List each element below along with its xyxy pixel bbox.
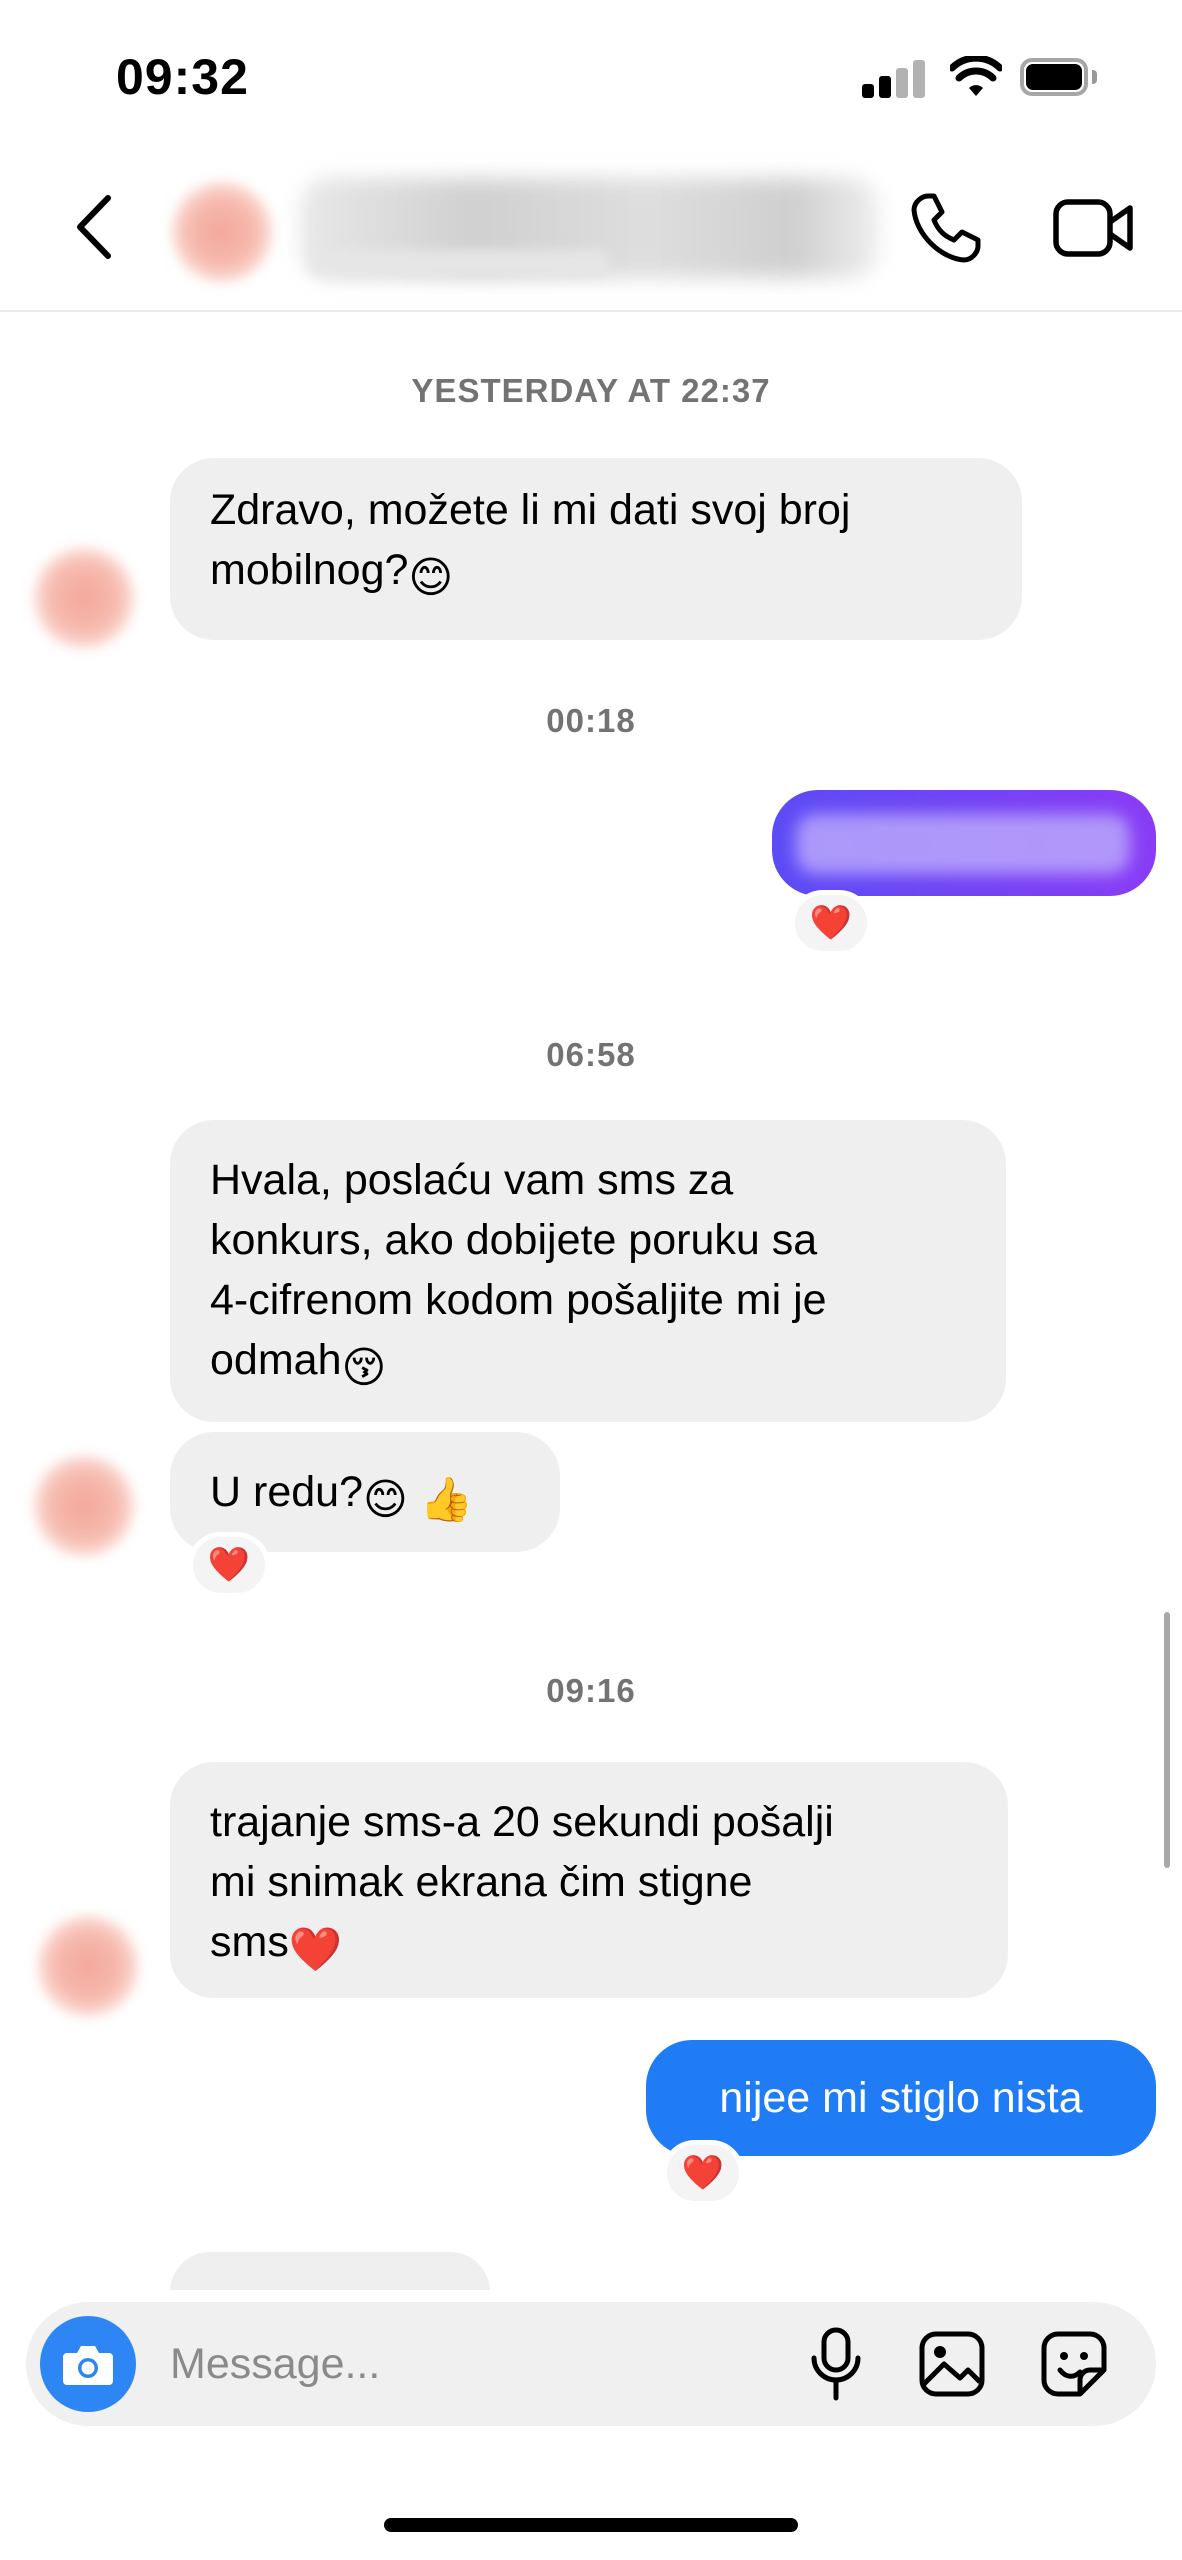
message-incoming[interactable]: Hvala, poslaću vam sms za konkurs, ako d… bbox=[170, 1120, 1006, 1422]
phone-icon[interactable] bbox=[908, 190, 984, 266]
sticker-icon[interactable] bbox=[1040, 2330, 1108, 2398]
message-line: odmah😚 bbox=[210, 1330, 966, 1398]
heart-emoji: ❤️ bbox=[681, 2154, 725, 2192]
video-camera-icon[interactable] bbox=[1052, 194, 1136, 262]
wifi-icon bbox=[950, 56, 1002, 96]
message-text: U redu? bbox=[210, 1468, 363, 1516]
contact-avatar[interactable] bbox=[172, 182, 272, 282]
timestamp: YESTERDAY AT 22:37 bbox=[411, 372, 771, 409]
message-line: trajanje sms-a 20 sekundi pošalji bbox=[210, 1798, 834, 1846]
microphone-icon[interactable] bbox=[808, 2326, 864, 2402]
home-indicator[interactable] bbox=[384, 2518, 798, 2532]
sender-avatar[interactable] bbox=[38, 1916, 138, 2016]
camera-button[interactable] bbox=[40, 2316, 136, 2412]
kissing-face-emoji: 😚 bbox=[341, 1344, 387, 1392]
reaction-heart[interactable]: ❤️ bbox=[188, 1532, 270, 1598]
sender-avatar[interactable] bbox=[34, 548, 134, 648]
timestamp: 00:18 bbox=[546, 702, 636, 739]
scrollbar[interactable] bbox=[1164, 1612, 1170, 1868]
message-outgoing[interactable]: nijee mi stiglo nista bbox=[646, 2040, 1156, 2156]
message-line: 4-cifrenom kodom pošaljite mi je bbox=[210, 1276, 827, 1324]
chevron-left-icon[interactable] bbox=[70, 192, 120, 262]
cellular-signal-icon bbox=[862, 60, 926, 98]
message-line: konkurs, ako dobijete poruku sa bbox=[210, 1216, 818, 1264]
timestamp: 06:58 bbox=[546, 1036, 636, 1073]
message-incoming[interactable]: trajanje sms-a 20 sekundi pošalji mi sni… bbox=[170, 1762, 1008, 1998]
message-line: Zdravo, možete li mi dati svoj broj bbox=[210, 486, 851, 534]
heart-emoji: ❤️ bbox=[809, 904, 853, 942]
heart-emoji: ❤️ bbox=[207, 1546, 251, 1584]
contact-subtitle-redacted bbox=[310, 250, 610, 276]
timestamp: 09:16 bbox=[546, 1672, 636, 1709]
image-gallery-icon[interactable] bbox=[918, 2330, 986, 2398]
red-heart-emoji: ❤️ bbox=[288, 1926, 343, 1974]
message-outgoing-redacted[interactable] bbox=[772, 790, 1156, 896]
smiling-face-emoji: 😊 bbox=[408, 554, 454, 602]
reaction-heart[interactable]: ❤️ bbox=[662, 2140, 744, 2206]
message-line: mobilnog?😊 bbox=[210, 540, 982, 608]
message-line: Hvala, poslaću vam sms za bbox=[210, 1156, 734, 1204]
redacted-content bbox=[796, 814, 1130, 874]
camera-icon bbox=[63, 2346, 113, 2385]
message-input[interactable] bbox=[170, 2334, 730, 2394]
message-incoming[interactable]: Zdravo, možete li mi dati svoj broj mobi… bbox=[170, 458, 1022, 640]
message-text: nijee mi stiglo nista bbox=[719, 2073, 1083, 2122]
message-line: sms❤️ bbox=[210, 1912, 968, 1980]
battery-icon bbox=[1020, 58, 1098, 98]
status-time: 09:32 bbox=[116, 49, 249, 105]
reaction-heart[interactable]: ❤️ bbox=[790, 890, 872, 956]
message-line: mi snimak ekrana čim stigne bbox=[210, 1858, 753, 1906]
sender-avatar[interactable] bbox=[34, 1456, 134, 1556]
smiling-face-thumbs-up-emoji: 😊 👍 bbox=[362, 1476, 474, 1524]
